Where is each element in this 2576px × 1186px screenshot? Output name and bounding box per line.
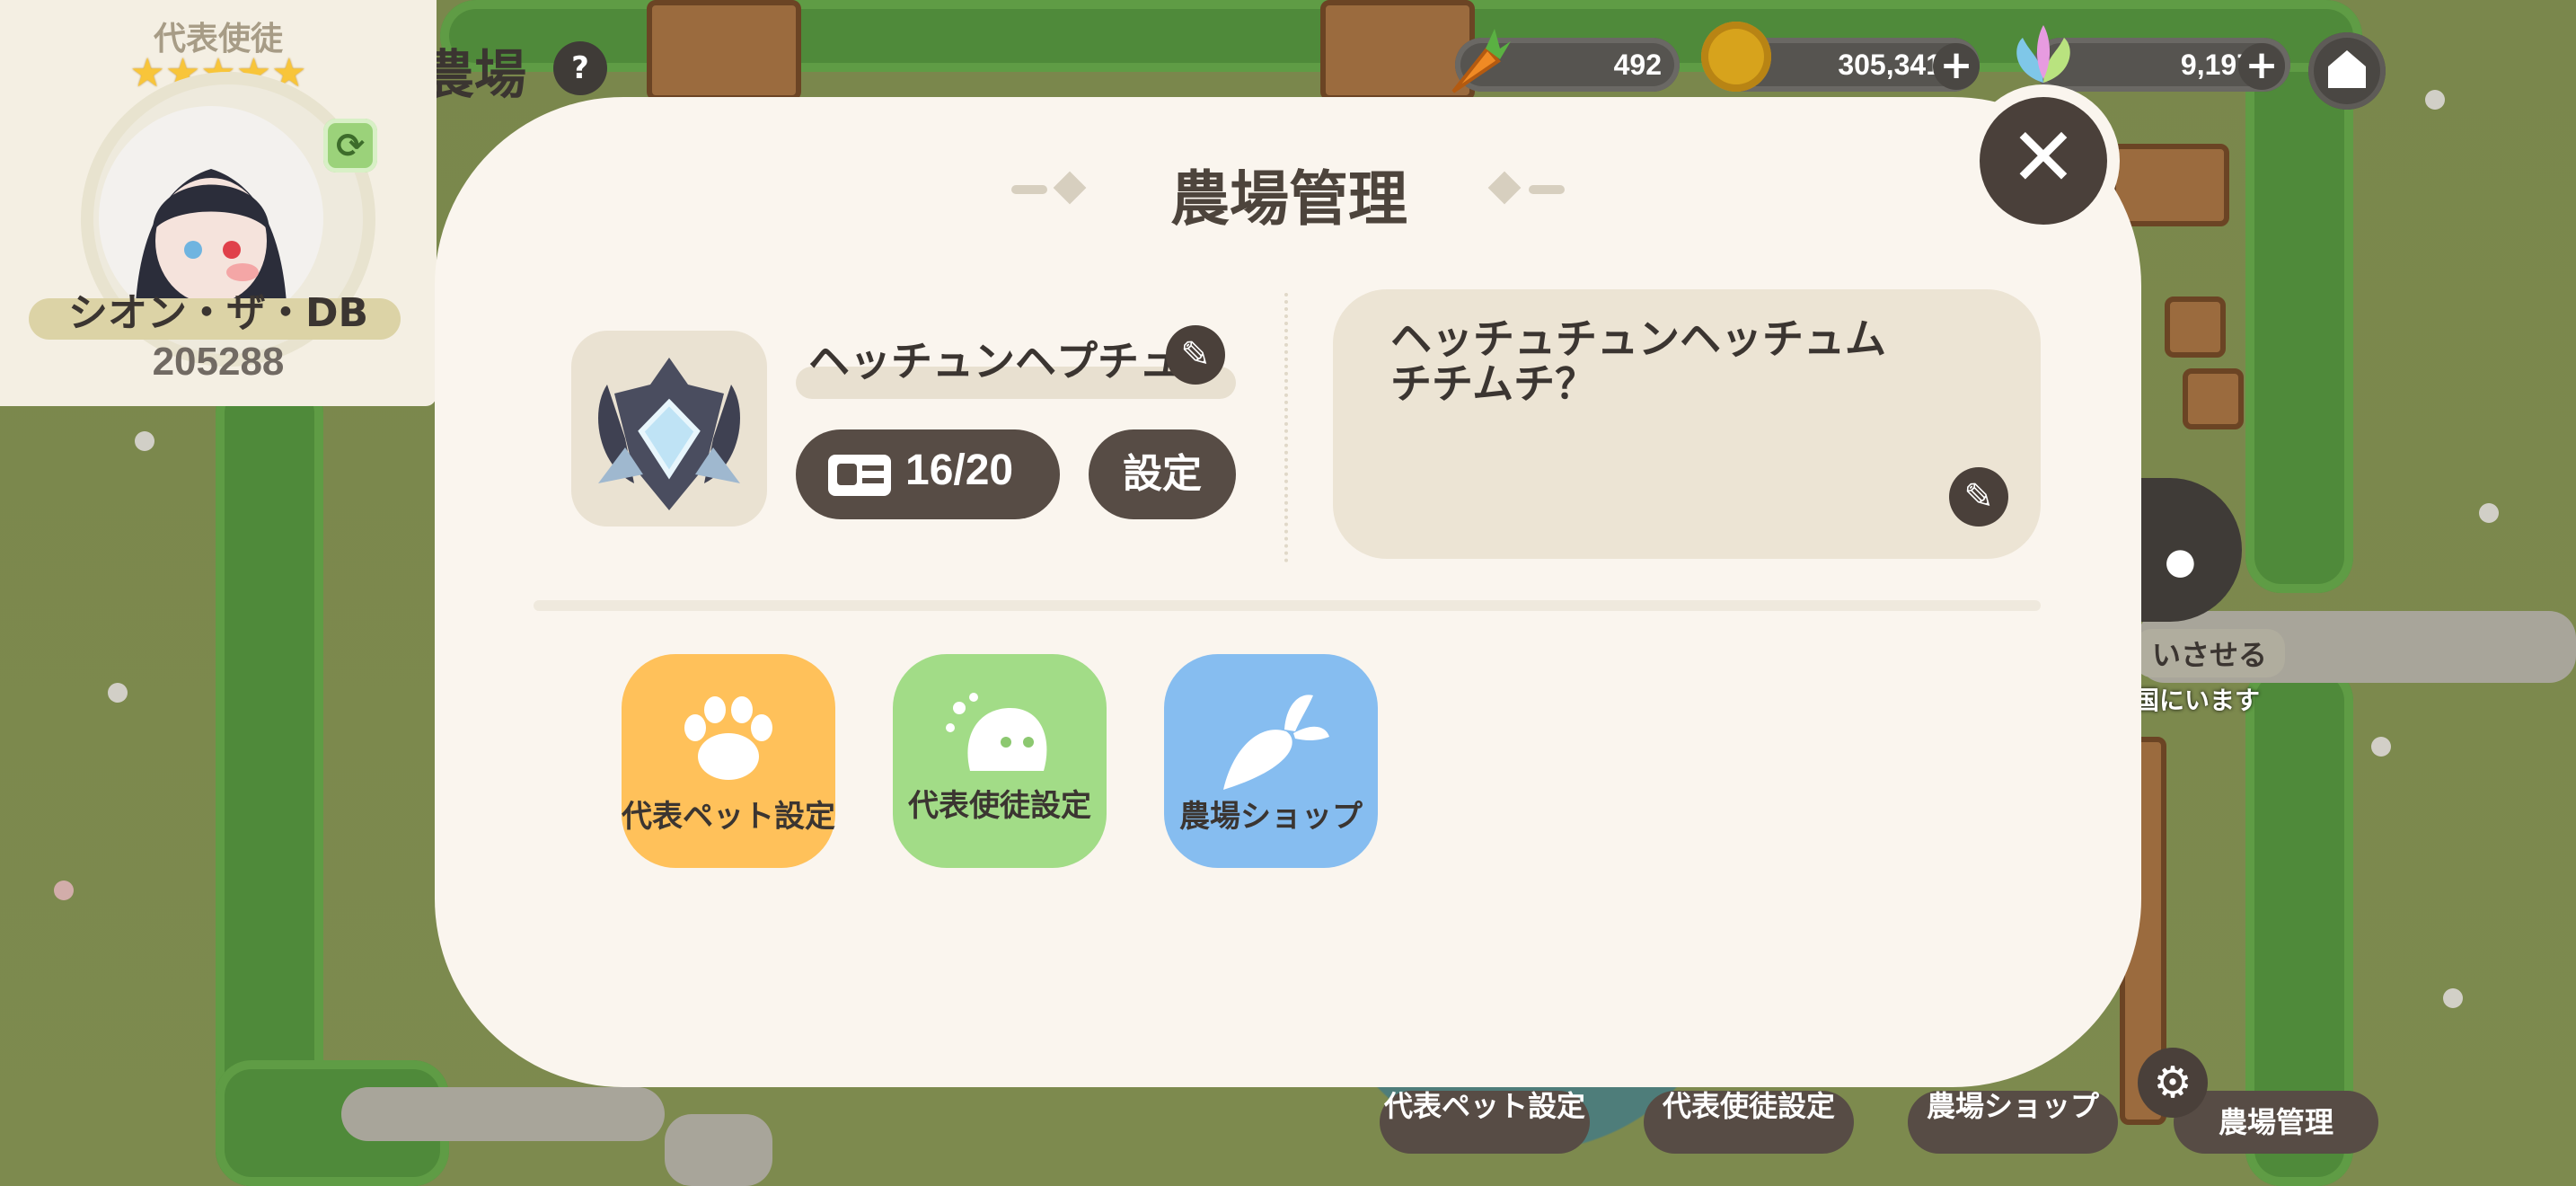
vertical-divider xyxy=(1284,293,1288,562)
flower xyxy=(135,431,154,451)
farm-introduction-text: ヘッチュチュンヘッチュムチチムチ？ xyxy=(1390,314,1886,408)
stone-path xyxy=(341,1087,665,1141)
crystal-flower-icon xyxy=(2016,25,2070,83)
stone-path xyxy=(665,1114,772,1186)
farm-name: ヘッチュンヘプチュ xyxy=(808,337,1180,385)
wooden-gate xyxy=(647,0,801,101)
disciple-name: シオン・ザ・DB xyxy=(67,290,369,336)
carrot-icon xyxy=(1451,29,1511,93)
member-card-icon xyxy=(828,455,891,496)
wooden-stool xyxy=(2183,368,2244,429)
add-gem-button[interactable]: + xyxy=(2238,43,2285,90)
farm-shop-label: 農場ショップ xyxy=(1179,799,1363,835)
close-button[interactable]: ✕ xyxy=(1980,97,2107,225)
members-button[interactable]: 16/20 xyxy=(796,429,1060,519)
carrot-value: 492 xyxy=(1613,49,1662,81)
flower xyxy=(2425,90,2445,110)
pencil-icon: ✎ xyxy=(1180,334,1211,376)
paw-icon xyxy=(684,696,772,780)
farm-shop-tile[interactable]: 農場ショップ xyxy=(1164,654,1378,868)
bottom-pet-settings-button[interactable]: 代表ペット設定 xyxy=(1380,1091,1590,1154)
farm-introduction-box: ヘッチュチュンヘッチュムチチムチ？ xyxy=(1333,289,2041,559)
farm-management-modal xyxy=(435,97,2141,1087)
wooden-bench xyxy=(2111,144,2229,226)
pet-settings-tile[interactable]: 代表ペット設定 xyxy=(622,654,835,868)
radish-icon xyxy=(1223,695,1329,790)
gear-icon[interactable]: ⚙ xyxy=(2138,1048,2208,1118)
hedge xyxy=(2245,36,2353,593)
flower xyxy=(2443,988,2463,1008)
settings-button[interactable]: 設定 xyxy=(1089,429,1236,519)
wooden-stool xyxy=(2165,296,2226,358)
edit-farm-name-button[interactable]: ✎ xyxy=(1166,325,1225,385)
bottom-shop-button[interactable]: 農場ショップ xyxy=(1908,1091,2118,1154)
edit-introduction-button[interactable]: ✎ xyxy=(1949,467,2008,527)
spirit-blob-icon xyxy=(946,693,1047,771)
pencil-icon: ✎ xyxy=(1963,476,1994,518)
disciple-number: 205288 xyxy=(152,340,285,384)
flower xyxy=(54,881,74,900)
farm-title: 農場 xyxy=(422,44,527,105)
dragon-crest-icon xyxy=(598,358,740,510)
help-icon[interactable]: ? xyxy=(553,41,607,95)
member-count: 16/20 xyxy=(905,447,1014,494)
home-button[interactable] xyxy=(2308,32,2386,110)
bottom-farm-manage-button[interactable]: 農場管理 xyxy=(2174,1091,2378,1154)
paw-icon: ● xyxy=(2165,541,2196,582)
coin-value: 305,341 xyxy=(1838,49,1942,81)
flower xyxy=(2371,737,2391,757)
side-action-label[interactable]: いさせる xyxy=(2134,629,2286,677)
coin-icon xyxy=(1701,22,1771,92)
flower xyxy=(108,683,128,703)
representative-disciple-card[interactable]: 代表使徒 ★★★★★ ⟳ シオン・ザ・DB 205288 xyxy=(0,0,437,406)
horizontal-divider xyxy=(534,600,2041,611)
add-coin-button[interactable]: + xyxy=(1933,43,1980,90)
bottom-disciple-settings-button[interactable]: 代表使徒設定 xyxy=(1644,1091,1854,1154)
disciple-settings-tile[interactable]: 代表使徒設定 xyxy=(893,654,1107,868)
disciple-settings-label: 代表使徒設定 xyxy=(908,788,1091,824)
swap-icon[interactable]: ⟳ xyxy=(323,119,377,173)
flower xyxy=(2479,503,2499,523)
side-status-text: 国にいます xyxy=(2134,686,2261,715)
modal-title: 農場管理 xyxy=(1170,164,1407,234)
farm-emblem[interactable] xyxy=(571,331,767,527)
pet-settings-label: 代表ペット設定 xyxy=(622,799,835,835)
close-icon: ✕ xyxy=(2009,111,2078,205)
home-icon xyxy=(2328,50,2366,88)
